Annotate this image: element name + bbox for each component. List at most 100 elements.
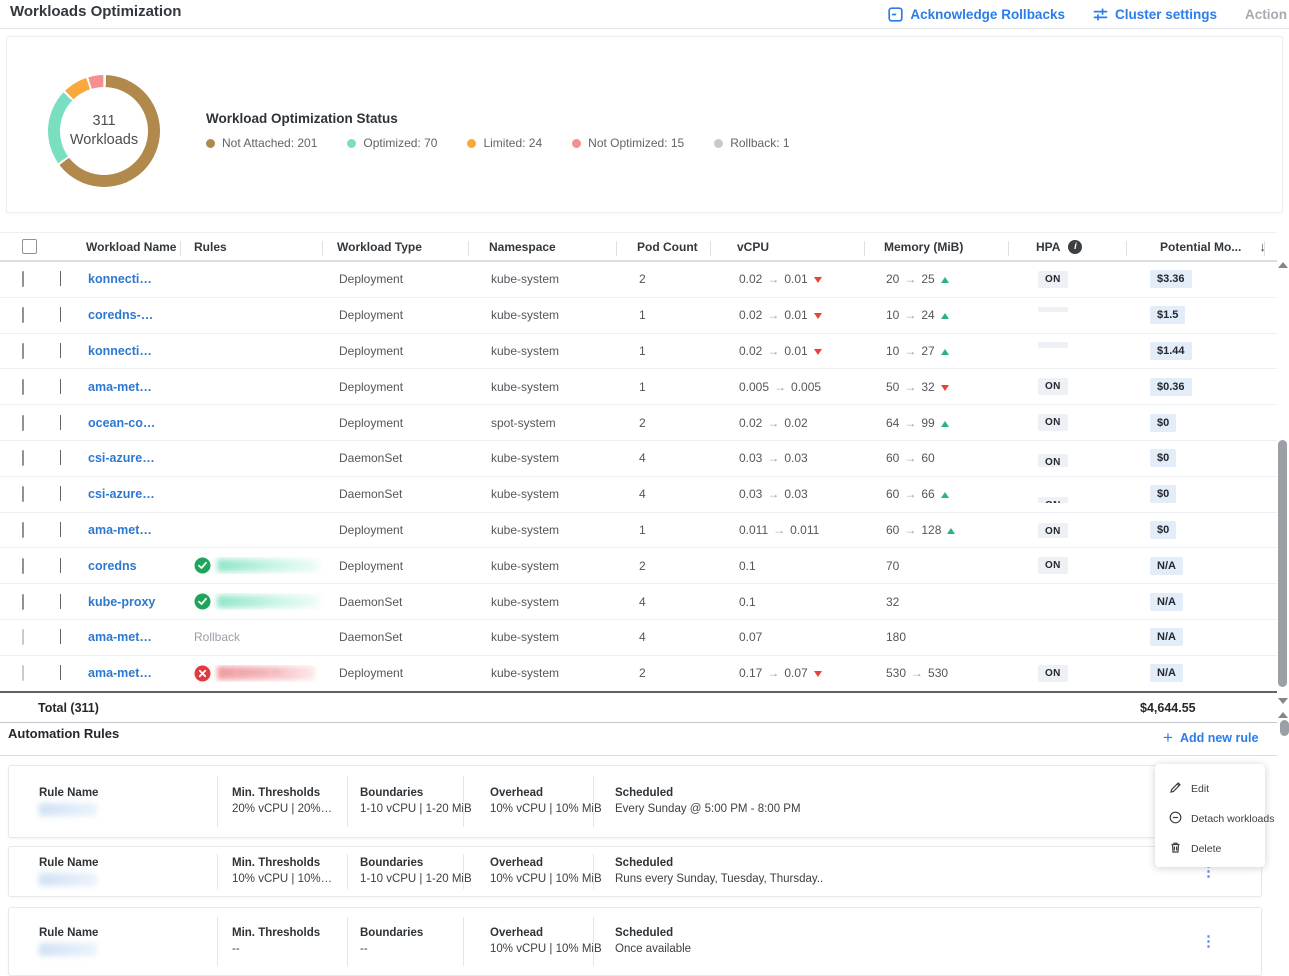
- row-checkbox[interactable]: [22, 450, 24, 466]
- namespace-cell: kube-system: [489, 595, 637, 609]
- column-header-memory[interactable]: Memory (MiB): [884, 240, 1036, 254]
- workload-name-link[interactable]: ocean-co…: [88, 416, 155, 430]
- potential-cell: $1.5: [1148, 306, 1277, 324]
- legend-item: Not Attached: 201: [206, 136, 317, 150]
- arrow-right-icon: →: [762, 416, 784, 430]
- workload-name-link[interactable]: ama-met…: [88, 630, 152, 644]
- expand-chevron-icon[interactable]: [60, 343, 61, 358]
- potential-cell: N/A: [1148, 628, 1277, 646]
- column-header-rules[interactable]: Rules: [192, 240, 337, 254]
- pod-count-cell: 2: [637, 666, 737, 680]
- column-header-workload-type[interactable]: Workload Type: [337, 240, 489, 254]
- legend-item: Optimized: 70: [347, 136, 437, 150]
- workload-name-link[interactable]: ama-met…: [88, 380, 152, 394]
- row-checkbox[interactable]: [22, 307, 24, 323]
- workload-name-link[interactable]: ama-met…: [88, 523, 152, 537]
- scroll-up-icon[interactable]: [1278, 262, 1288, 268]
- vcpu-cell: 0.02→0.01: [737, 344, 884, 358]
- cluster-settings-button[interactable]: Cluster settings: [1093, 7, 1217, 22]
- header-divider: [1008, 241, 1009, 256]
- menu-item-detach-workloads[interactable]: Detach workloads: [1155, 804, 1265, 834]
- rules-cell: Rollback: [192, 630, 337, 644]
- scroll-down-icon[interactable]: [1278, 698, 1288, 704]
- table-row: ama-met…Deploymentkube-system10.005→0.00…: [0, 369, 1277, 405]
- min-thresholds-value: 10% vCPU | 10%…: [232, 873, 339, 885]
- row-checkbox[interactable]: [22, 379, 24, 395]
- workload-name-link[interactable]: kube-proxy: [88, 595, 155, 609]
- expand-chevron-icon[interactable]: [60, 271, 61, 286]
- pod-count-cell: 1: [637, 523, 737, 537]
- table-row: konnecti…Deploymentkube-system10.02→0.01…: [0, 334, 1277, 370]
- menu-item-delete[interactable]: Delete: [1155, 834, 1265, 864]
- memory-cell: 60→66: [884, 487, 1036, 501]
- workload-type-cell: Deployment: [337, 272, 489, 286]
- row-checkbox[interactable]: [22, 522, 24, 538]
- acknowledge-rollbacks-button[interactable]: Acknowledge Rollbacks: [888, 7, 1065, 22]
- page-scroll-up-icon[interactable]: [1278, 712, 1288, 718]
- column-header-potential[interactable]: Potential Mo...↓: [1148, 239, 1277, 254]
- row-checkbox[interactable]: [22, 594, 24, 610]
- trend-down-icon: [814, 277, 822, 283]
- expand-chevron-icon[interactable]: [60, 594, 61, 609]
- redacted-rule-name-value: [39, 943, 97, 956]
- expand-chevron-icon[interactable]: [60, 307, 61, 322]
- expand-chevron-icon[interactable]: [60, 415, 61, 430]
- rule-kebab-menu-icon[interactable]: ⋮: [1201, 939, 1215, 945]
- header-divider: [616, 241, 617, 256]
- column-header-vcpu[interactable]: vCPU: [737, 240, 884, 254]
- add-new-rule-button[interactable]: + Add new rule: [1163, 731, 1258, 745]
- top-bar: Workloads Optimization Acknowledge Rollb…: [0, 0, 1289, 29]
- potential-value-badge: $0: [1150, 449, 1176, 467]
- row-checkbox[interactable]: [22, 271, 24, 287]
- memory-cell: 530→530: [884, 666, 1036, 680]
- column-header-workload-name[interactable]: Workload Name: [86, 240, 192, 254]
- expand-chevron-icon[interactable]: [60, 665, 61, 680]
- page-scrollbar-thumb[interactable]: [1280, 720, 1289, 736]
- hpa-cell: ON: [1036, 450, 1148, 467]
- header-divider: [322, 241, 323, 256]
- row-checkbox[interactable]: [22, 486, 24, 502]
- vcpu-cell: 0.17→0.07: [737, 666, 884, 680]
- column-header-pod-count[interactable]: Pod Count: [637, 240, 737, 254]
- row-checkbox[interactable]: [22, 343, 24, 359]
- action-button[interactable]: Action: [1245, 7, 1287, 22]
- redacted-rule-name-value: [39, 803, 97, 816]
- column-header-namespace[interactable]: Namespace: [489, 240, 637, 254]
- workload-name-link[interactable]: csi-azure…: [88, 487, 155, 501]
- info-icon[interactable]: i: [1068, 240, 1082, 254]
- table-row: ama-met…Deploymentkube-system10.011→0.01…: [0, 513, 1277, 549]
- namespace-cell: kube-system: [489, 559, 637, 573]
- rule-error-icon: [194, 665, 211, 682]
- expand-chevron-icon[interactable]: [60, 486, 61, 501]
- min-thresholds-label: Min. Thresholds: [232, 857, 339, 869]
- expand-chevron-icon[interactable]: [60, 522, 61, 537]
- row-checkbox[interactable]: [22, 629, 24, 645]
- table-scrollbar[interactable]: [1277, 258, 1289, 708]
- rule-kebab-menu-icon[interactable]: ⋮: [1201, 869, 1215, 875]
- table-scrollbar-thumb[interactable]: [1278, 440, 1287, 687]
- workload-name-link[interactable]: konnecti…: [88, 272, 152, 286]
- expand-chevron-icon[interactable]: [60, 558, 61, 573]
- row-checkbox[interactable]: [22, 415, 24, 431]
- page-scrollbar[interactable]: [1277, 708, 1289, 976]
- workload-name-link[interactable]: coredns-…: [88, 308, 153, 322]
- acknowledge-rollbacks-icon: [888, 7, 903, 22]
- expand-chevron-icon[interactable]: [60, 629, 61, 644]
- trend-up-icon: [941, 277, 949, 283]
- column-header-hpa[interactable]: HPAi: [1036, 240, 1148, 254]
- scheduled-label: Scheduled: [615, 927, 1253, 939]
- legend-item: Limited: 24: [467, 136, 542, 150]
- arrow-right-icon: →: [899, 380, 921, 394]
- legend-label: Not Attached: 201: [222, 136, 317, 150]
- row-checkbox[interactable]: [22, 558, 24, 574]
- expand-chevron-icon[interactable]: [60, 450, 61, 465]
- expand-chevron-icon[interactable]: [60, 379, 61, 394]
- pod-count-cell: 4: [637, 487, 737, 501]
- menu-item-edit[interactable]: Edit: [1155, 774, 1265, 804]
- workload-name-link[interactable]: ama-met…: [88, 666, 152, 680]
- select-all-checkbox[interactable]: [22, 239, 37, 254]
- row-checkbox[interactable]: [22, 665, 24, 681]
- workload-name-link[interactable]: konnecti…: [88, 344, 152, 358]
- workload-name-link[interactable]: csi-azure…: [88, 451, 155, 465]
- workload-name-link[interactable]: coredns: [88, 559, 137, 573]
